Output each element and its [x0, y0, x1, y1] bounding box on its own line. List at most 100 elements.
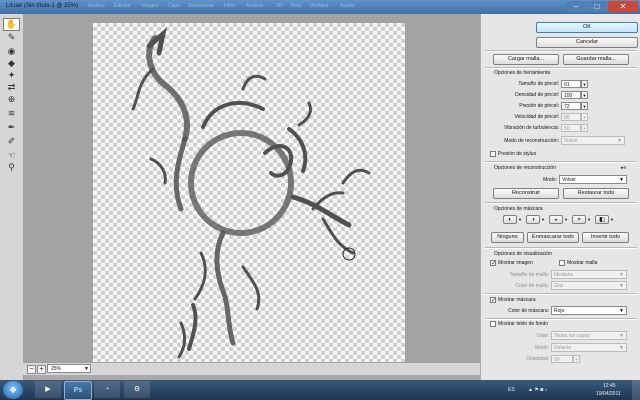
chevron-down-icon[interactable]: ▼: [564, 217, 569, 223]
language-indicator[interactable]: ES: [508, 386, 515, 394]
brush-pressure-spin-button[interactable]: ▼: [581, 102, 588, 110]
brush-rate-input[interactable]: 80: [561, 113, 581, 121]
mirror-tool-icon[interactable]: ⊕: [4, 94, 19, 105]
show-backdrop-checkbox[interactable]: [490, 321, 496, 327]
reconstruct-mode-value: Volver: [564, 138, 578, 144]
show-image-checkbox[interactable]: ✓: [490, 260, 496, 267]
view-options-heading: Opciones de visualización: [494, 251, 552, 257]
reconstruct-button[interactable]: Reconstruir: [493, 188, 559, 199]
reconstruct-options-heading: Opciones de reconstrucción: [494, 165, 556, 171]
turbulence-tool-icon[interactable]: ≋: [4, 108, 19, 119]
minimize-button[interactable]: –: [566, 1, 586, 12]
brush-size-input[interactable]: 91: [561, 80, 581, 88]
none-button[interactable]: Ninguno: [491, 232, 524, 243]
brush-rate-spin-button[interactable]: ▼: [581, 113, 588, 121]
preview-area[interactable]: [23, 14, 480, 362]
use-value: Todas las capas: [554, 333, 590, 339]
pucker-tool-icon[interactable]: ◆: [4, 58, 19, 69]
brush-size-spin-button[interactable]: ▼: [581, 80, 588, 88]
restore-all-button[interactable]: Restaurar todo: [563, 188, 629, 199]
show-mask-label: Mostrar máscara: [498, 297, 536, 303]
chevron-down-icon[interactable]: ▼: [518, 217, 523, 223]
panel-menu-icon[interactable]: ▸≡: [621, 164, 626, 172]
reconstruction-mode-select[interactable]: Volver ▼: [559, 175, 627, 184]
reconstruct-mode-short-label: Modo:: [543, 177, 557, 183]
clock-time[interactable]: 12:45: [603, 382, 616, 390]
show-mesh-checkbox[interactable]: [559, 260, 565, 266]
chevron-down-icon[interactable]: ▼: [587, 217, 592, 223]
divider: [485, 50, 637, 52]
invert-all-button[interactable]: Invertir todo: [582, 232, 629, 243]
show-mask-checkbox[interactable]: ✓: [490, 297, 496, 304]
chevron-down-icon: ▼: [619, 333, 624, 339]
transparent-canvas[interactable]: [93, 23, 405, 362]
push-left-tool-icon[interactable]: ⇄: [4, 82, 19, 93]
use-select[interactable]: Todas las capas ▼: [551, 331, 627, 340]
brush-density-spin-button[interactable]: ▼: [581, 91, 588, 99]
turbulent-jitter-input[interactable]: 50: [561, 124, 581, 132]
brush-rate-label: Velocidad de pincel:: [514, 114, 559, 120]
clock-date[interactable]: 19/04/2011: [596, 390, 621, 398]
show-mesh-label: Mostrar malla: [567, 260, 598, 266]
load-mesh-button[interactable]: Cargar malla...: [493, 54, 559, 65]
mesh-color-value: Gris: [554, 283, 564, 289]
zoom-out-button[interactable]: −: [27, 365, 36, 374]
opacity-spin-button[interactable]: ▼: [573, 355, 580, 363]
stylus-pressure-checkbox[interactable]: [490, 151, 496, 157]
chevron-down-icon[interactable]: ▼: [541, 217, 546, 223]
chevron-down-icon: ▼: [617, 138, 622, 144]
backdrop-mode-label: Modo:: [535, 345, 549, 351]
brush-density-input[interactable]: 100: [561, 91, 581, 99]
backdrop-mode-value: Delante: [554, 345, 572, 351]
subtract-from-selection-icon[interactable]: ◒: [549, 215, 563, 224]
reconstruct-mode-select[interactable]: Volver ▼: [561, 136, 625, 145]
photoshop-taskbar-button[interactable]: Ps: [64, 381, 92, 400]
brush-density-label: Densidad de pincel:: [515, 92, 559, 98]
network-app-taskbar-icon[interactable]: ⚙: [124, 381, 150, 398]
chevron-down-icon: ▼: [619, 345, 624, 351]
close-button[interactable]: ✕: [608, 1, 638, 12]
add-to-selection-icon[interactable]: ◑: [526, 215, 540, 224]
tray-icons[interactable]: ▲ ⚑ ◙ ♪: [528, 386, 547, 394]
intersect-selection-icon[interactable]: ◓: [572, 215, 586, 224]
turbulent-jitter-spin-button[interactable]: ▼: [581, 124, 588, 132]
media-player-taskbar-icon[interactable]: ▶: [35, 381, 61, 398]
menu-item-vista: Vista: [290, 3, 302, 9]
forward-warp-tool-icon[interactable]: ✋: [3, 18, 20, 31]
opacity-label: Opacidad:: [526, 356, 549, 362]
save-mesh-button[interactable]: Guardar malla...: [563, 54, 629, 65]
invert-selection-icon[interactable]: ◧: [595, 215, 609, 224]
start-button[interactable]: ❖: [3, 381, 23, 399]
thaw-mask-tool-icon[interactable]: ✐: [4, 136, 19, 147]
divider: [485, 293, 637, 295]
opacity-input[interactable]: 50: [551, 355, 573, 363]
maximize-button[interactable]: □: [587, 1, 607, 12]
reconstruct-tool-icon[interactable]: ✎: [4, 32, 19, 43]
firefox-taskbar-icon[interactable]: ◔: [94, 381, 120, 398]
stylus-pressure-label: Presión de stylus: [498, 151, 537, 157]
backdrop-mode-select[interactable]: Delante ▼: [551, 343, 627, 352]
mask-all-button[interactable]: Enmascarar todo: [527, 232, 579, 243]
show-desktop-button[interactable]: [632, 380, 640, 400]
hand-tool-icon[interactable]: ☜: [4, 150, 19, 161]
bloat-tool-icon[interactable]: ✦: [4, 70, 19, 81]
replace-selection-icon[interactable]: ◐: [503, 215, 517, 224]
freeze-mask-tool-icon[interactable]: ✒: [4, 122, 19, 133]
zoom-value: 25%: [51, 366, 62, 372]
menu-item-capa: Capa: [168, 3, 180, 9]
zoom-bar: − + 25% ▼: [23, 362, 480, 375]
zoom-tool-icon[interactable]: ⚲: [4, 162, 19, 173]
mesh-size-select[interactable]: Mediana ▼: [551, 270, 627, 279]
brush-pressure-input[interactable]: 72: [561, 102, 581, 110]
twirl-tool-icon[interactable]: ◉: [4, 46, 19, 57]
zoom-in-button[interactable]: +: [37, 365, 46, 374]
zoom-select[interactable]: 25% ▼: [47, 364, 91, 373]
mask-color-select[interactable]: Rojo ▼: [551, 306, 627, 315]
cancel-button[interactable]: Cancelar: [536, 37, 638, 48]
title-bar: Licuar (Sin título-1 @ 25%) Archivo Edic…: [0, 0, 640, 14]
menu-item-archivo: Archivo: [88, 3, 105, 9]
ok-button[interactable]: OK: [536, 22, 638, 33]
menu-item-ayuda: Ayuda: [340, 3, 355, 9]
mesh-color-select[interactable]: Gris ▼: [551, 281, 627, 290]
chevron-down-icon[interactable]: ▼: [610, 217, 615, 223]
